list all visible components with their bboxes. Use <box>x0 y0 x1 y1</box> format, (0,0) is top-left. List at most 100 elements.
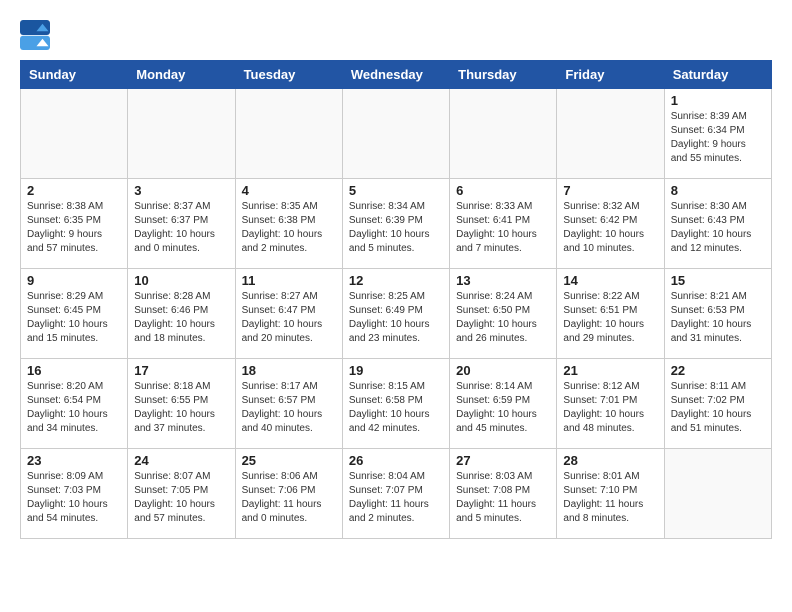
calendar-cell: 22 Sunrise: 8:11 AM Sunset: 7:02 PM Dayli… <box>664 359 771 449</box>
day-info: Sunrise: 8:07 AM Sunset: 7:05 PM Dayligh… <box>134 470 228 526</box>
day-info: Sunrise: 8:27 AM Sunset: 6:47 PM Dayligh… <box>242 290 336 346</box>
day-info: Sunrise: 8:11 AM Sunset: 7:02 PM Dayligh… <box>671 380 765 436</box>
day-header-saturday: Saturday <box>664 61 771 89</box>
day-number: 26 <box>349 453 443 468</box>
day-info: Sunrise: 8:06 AM Sunset: 7:06 PM Dayligh… <box>242 470 336 526</box>
calendar-header-row: SundayMondayTuesdayWednesdayThursdayFrid… <box>21 61 772 89</box>
day-number: 24 <box>134 453 228 468</box>
day-info: Sunrise: 8:20 AM Sunset: 6:54 PM Dayligh… <box>27 380 121 436</box>
day-header-wednesday: Wednesday <box>342 61 449 89</box>
day-number: 12 <box>349 273 443 288</box>
calendar-cell: 4 Sunrise: 8:35 AM Sunset: 6:38 PM Daylig… <box>235 179 342 269</box>
day-info: Sunrise: 8:30 AM Sunset: 6:43 PM Dayligh… <box>671 200 765 256</box>
day-number: 11 <box>242 273 336 288</box>
calendar-cell: 25 Sunrise: 8:06 AM Sunset: 7:06 PM Dayli… <box>235 449 342 539</box>
calendar-cell: 26 Sunrise: 8:04 AM Sunset: 7:07 PM Dayli… <box>342 449 449 539</box>
calendar-cell <box>235 89 342 179</box>
week-row-2: 2 Sunrise: 8:38 AM Sunset: 6:35 PM Daylig… <box>21 179 772 269</box>
day-info: Sunrise: 8:18 AM Sunset: 6:55 PM Dayligh… <box>134 380 228 436</box>
calendar-cell: 10Sunrise: 8:28 AM Sunset: 6:46 PM Dayli… <box>128 269 235 359</box>
day-number: 20 <box>456 363 550 378</box>
day-number: 7 <box>563 183 657 198</box>
calendar-cell: 6 Sunrise: 8:33 AM Sunset: 6:41 PM Daylig… <box>450 179 557 269</box>
page-header <box>20 20 772 50</box>
day-number: 4 <box>242 183 336 198</box>
day-number: 2 <box>27 183 121 198</box>
day-number: 3 <box>134 183 228 198</box>
calendar-cell: 17 Sunrise: 8:18 AM Sunset: 6:55 PM Dayli… <box>128 359 235 449</box>
day-info: Sunrise: 8:03 AM Sunset: 7:08 PM Dayligh… <box>456 470 550 526</box>
day-header-sunday: Sunday <box>21 61 128 89</box>
calendar-cell: 18 Sunrise: 8:17 AM Sunset: 6:57 PM Dayli… <box>235 359 342 449</box>
day-info: Sunrise: 8:15 AM Sunset: 6:58 PM Dayligh… <box>349 380 443 436</box>
day-header-friday: Friday <box>557 61 664 89</box>
calendar-cell: 9Sunrise: 8:29 AM Sunset: 6:45 PM Daylig… <box>21 269 128 359</box>
day-number: 18 <box>242 363 336 378</box>
day-info: Sunrise: 8:12 AM Sunset: 7:01 PM Dayligh… <box>563 380 657 436</box>
day-number: 8 <box>671 183 765 198</box>
calendar-cell <box>664 449 771 539</box>
calendar-cell: 24 Sunrise: 8:07 AM Sunset: 7:05 PM Dayli… <box>128 449 235 539</box>
day-info: Sunrise: 8:34 AM Sunset: 6:39 PM Dayligh… <box>349 200 443 256</box>
calendar-cell: 27 Sunrise: 8:03 AM Sunset: 7:08 PM Dayli… <box>450 449 557 539</box>
day-info: Sunrise: 8:33 AM Sunset: 6:41 PM Dayligh… <box>456 200 550 256</box>
day-info: Sunrise: 8:14 AM Sunset: 6:59 PM Dayligh… <box>456 380 550 436</box>
day-number: 23 <box>27 453 121 468</box>
day-number: 28 <box>563 453 657 468</box>
day-number: 9 <box>27 273 121 288</box>
day-info: Sunrise: 8:09 AM Sunset: 7:03 PM Dayligh… <box>27 470 121 526</box>
day-number: 6 <box>456 183 550 198</box>
day-number: 16 <box>27 363 121 378</box>
calendar-cell: 8 Sunrise: 8:30 AM Sunset: 6:43 PM Daylig… <box>664 179 771 269</box>
day-info: Sunrise: 8:32 AM Sunset: 6:42 PM Dayligh… <box>563 200 657 256</box>
day-number: 19 <box>349 363 443 378</box>
calendar-cell <box>450 89 557 179</box>
day-number: 21 <box>563 363 657 378</box>
calendar-cell <box>128 89 235 179</box>
day-header-tuesday: Tuesday <box>235 61 342 89</box>
week-row-5: 23 Sunrise: 8:09 AM Sunset: 7:03 PM Dayli… <box>21 449 772 539</box>
day-number: 22 <box>671 363 765 378</box>
calendar-cell: 19 Sunrise: 8:15 AM Sunset: 6:58 PM Dayli… <box>342 359 449 449</box>
calendar-cell: 7 Sunrise: 8:32 AM Sunset: 6:42 PM Daylig… <box>557 179 664 269</box>
calendar-cell: 28Sunrise: 8:01 AM Sunset: 7:10 PM Dayli… <box>557 449 664 539</box>
day-info: Sunrise: 8:22 AM Sunset: 6:51 PM Dayligh… <box>563 290 657 346</box>
calendar-cell: 16 Sunrise: 8:20 AM Sunset: 6:54 PM Dayli… <box>21 359 128 449</box>
day-number: 1 <box>671 93 765 108</box>
calendar-cell: 13 Sunrise: 8:24 AM Sunset: 6:50 PM Dayli… <box>450 269 557 359</box>
week-row-4: 16 Sunrise: 8:20 AM Sunset: 6:54 PM Dayli… <box>21 359 772 449</box>
calendar: SundayMondayTuesdayWednesdayThursdayFrid… <box>20 60 772 539</box>
week-row-3: 9Sunrise: 8:29 AM Sunset: 6:45 PM Daylig… <box>21 269 772 359</box>
calendar-cell: 14 Sunrise: 8:22 AM Sunset: 6:51 PM Dayli… <box>557 269 664 359</box>
calendar-cell <box>342 89 449 179</box>
calendar-cell: 3Sunrise: 8:37 AM Sunset: 6:37 PM Daylig… <box>128 179 235 269</box>
logo <box>20 20 54 50</box>
day-info: Sunrise: 8:25 AM Sunset: 6:49 PM Dayligh… <box>349 290 443 346</box>
day-info: Sunrise: 8:04 AM Sunset: 7:07 PM Dayligh… <box>349 470 443 526</box>
day-header-thursday: Thursday <box>450 61 557 89</box>
day-number: 25 <box>242 453 336 468</box>
calendar-cell <box>557 89 664 179</box>
calendar-cell: 23 Sunrise: 8:09 AM Sunset: 7:03 PM Dayli… <box>21 449 128 539</box>
calendar-cell: 20 Sunrise: 8:14 AM Sunset: 6:59 PM Dayli… <box>450 359 557 449</box>
calendar-cell: 12 Sunrise: 8:25 AM Sunset: 6:49 PM Dayli… <box>342 269 449 359</box>
day-number: 14 <box>563 273 657 288</box>
day-number: 17 <box>134 363 228 378</box>
day-info: Sunrise: 8:39 AM Sunset: 6:34 PM Dayligh… <box>671 110 765 166</box>
week-row-1: 1 Sunrise: 8:39 AM Sunset: 6:34 PM Daylig… <box>21 89 772 179</box>
day-header-monday: Monday <box>128 61 235 89</box>
day-info: Sunrise: 8:24 AM Sunset: 6:50 PM Dayligh… <box>456 290 550 346</box>
day-number: 27 <box>456 453 550 468</box>
calendar-cell <box>21 89 128 179</box>
day-number: 5 <box>349 183 443 198</box>
calendar-cell: 5 Sunrise: 8:34 AM Sunset: 6:39 PM Daylig… <box>342 179 449 269</box>
day-number: 13 <box>456 273 550 288</box>
logo-icon <box>20 20 50 50</box>
day-info: Sunrise: 8:17 AM Sunset: 6:57 PM Dayligh… <box>242 380 336 436</box>
calendar-cell: 11 Sunrise: 8:27 AM Sunset: 6:47 PM Dayli… <box>235 269 342 359</box>
day-info: Sunrise: 8:35 AM Sunset: 6:38 PM Dayligh… <box>242 200 336 256</box>
day-info: Sunrise: 8:38 AM Sunset: 6:35 PM Dayligh… <box>27 200 121 256</box>
calendar-cell: 2 Sunrise: 8:38 AM Sunset: 6:35 PM Daylig… <box>21 179 128 269</box>
calendar-cell: 15Sunrise: 8:21 AM Sunset: 6:53 PM Dayli… <box>664 269 771 359</box>
calendar-cell: 21 Sunrise: 8:12 AM Sunset: 7:01 PM Dayli… <box>557 359 664 449</box>
